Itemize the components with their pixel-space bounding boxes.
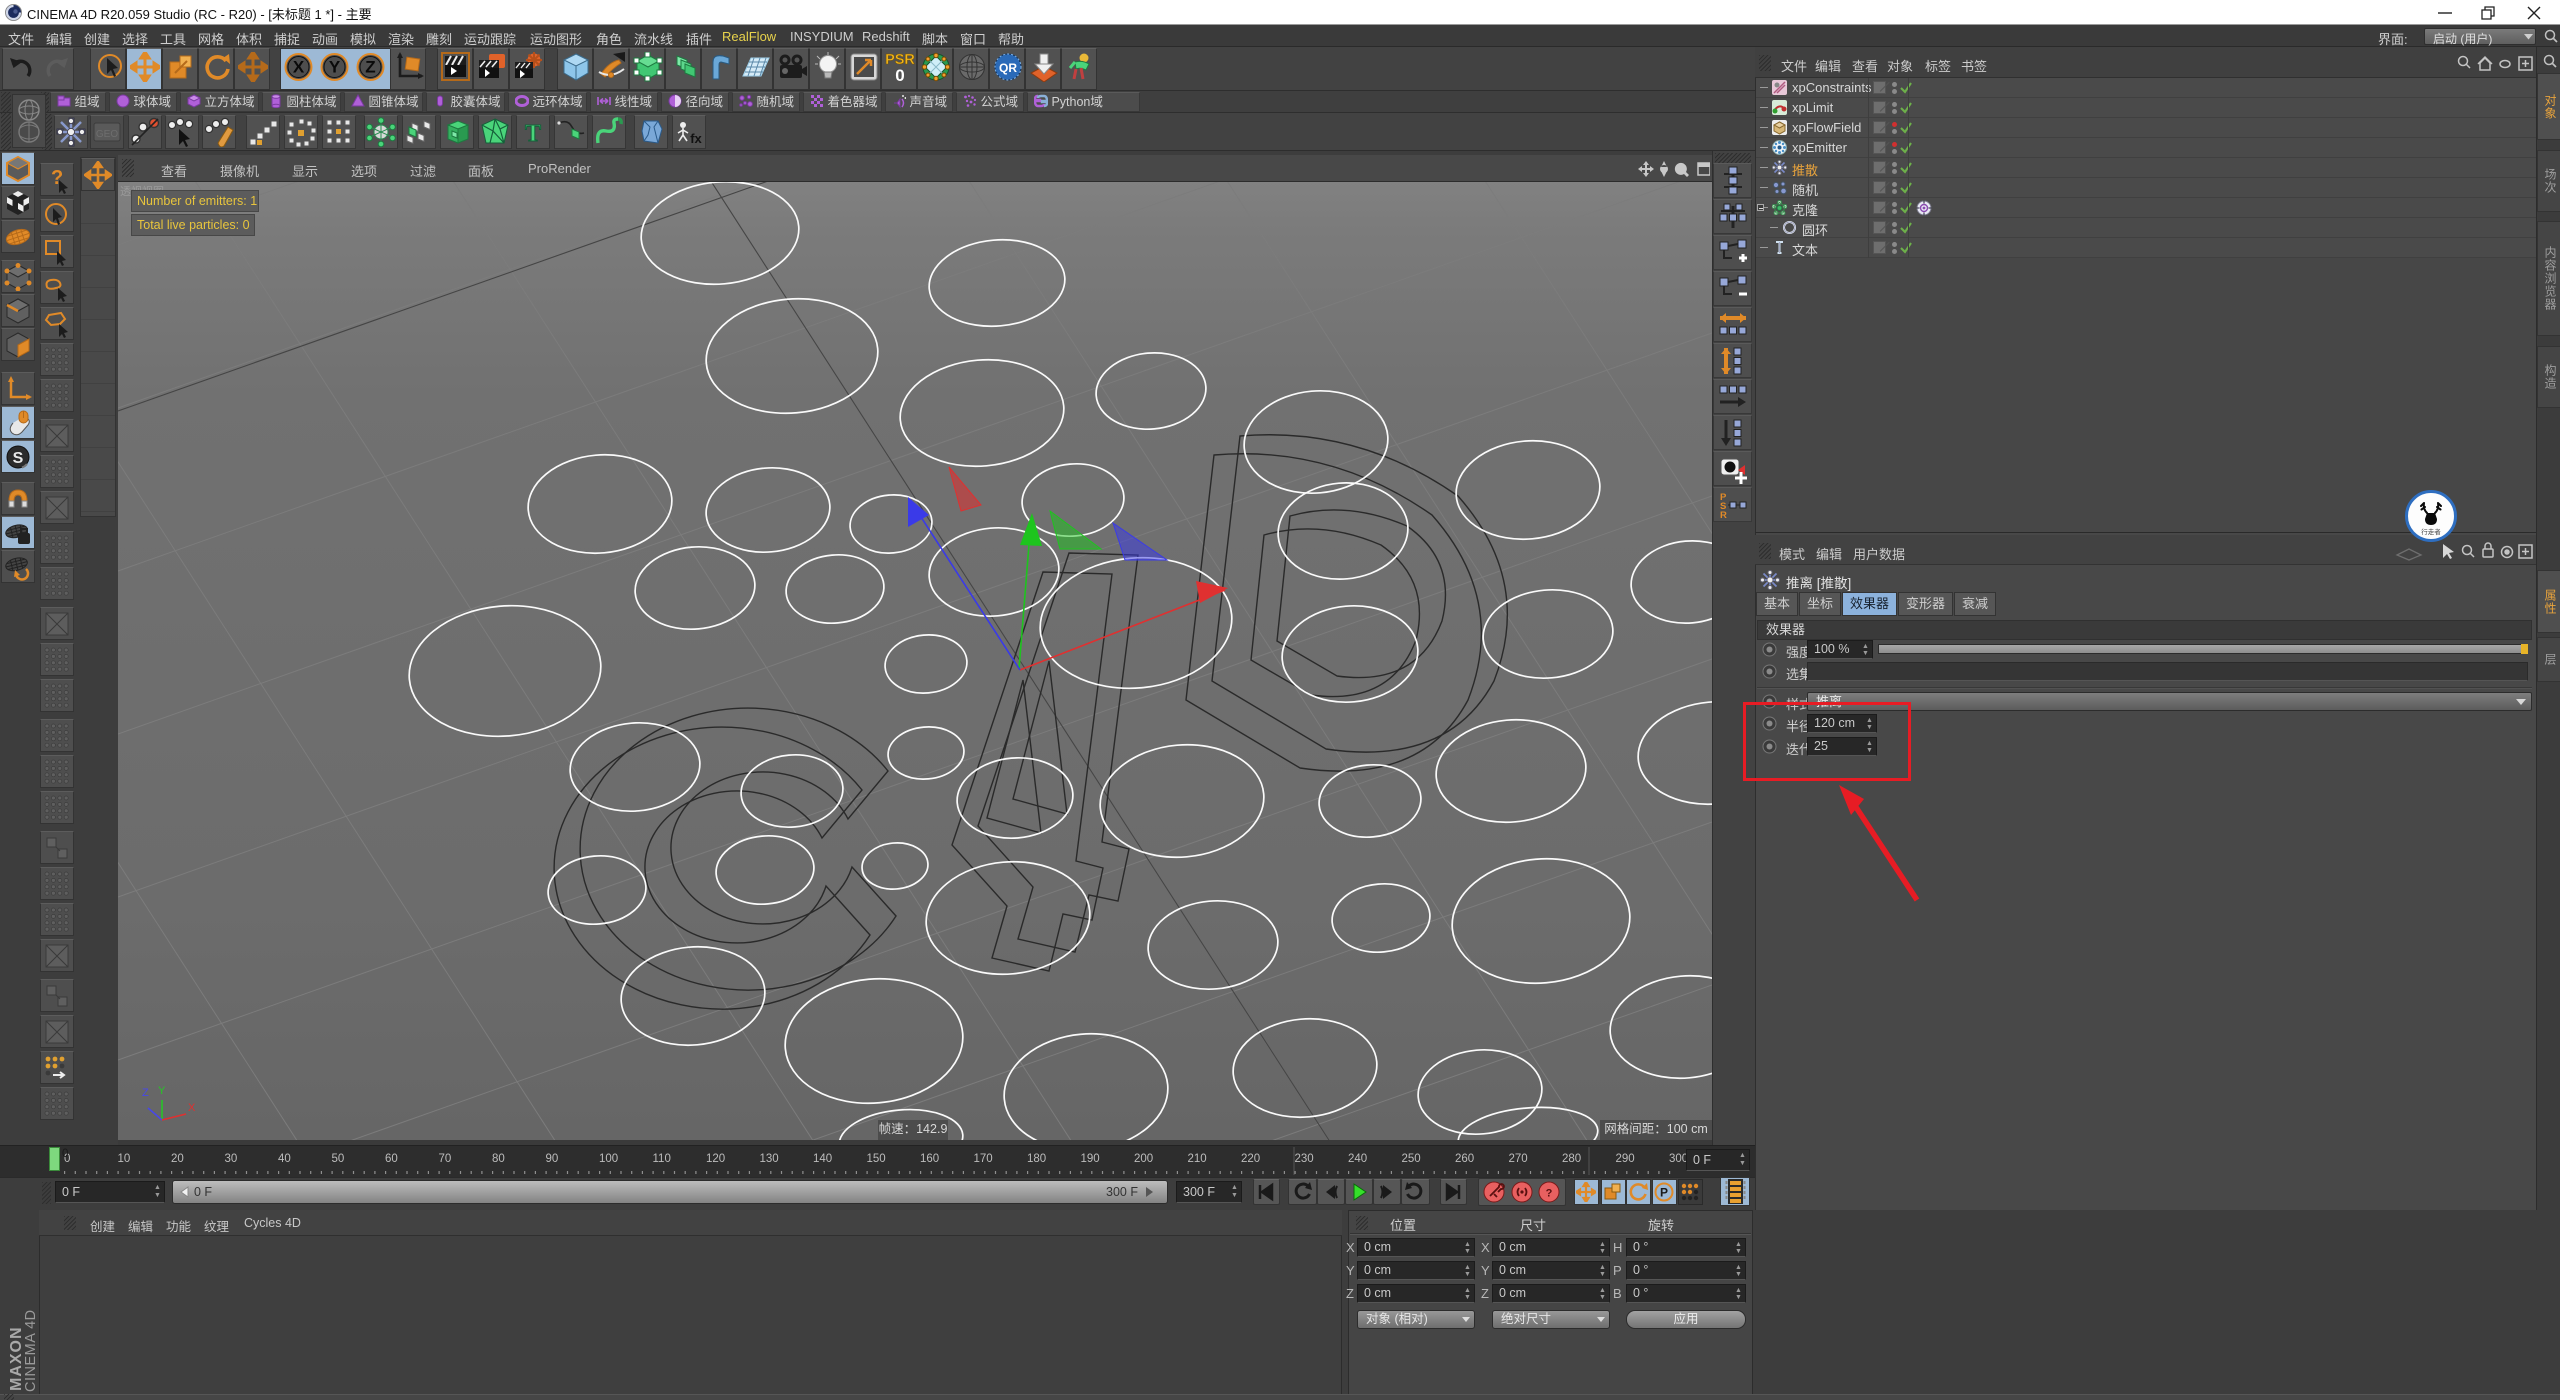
svg-text:170: 170	[974, 1153, 993, 1165]
svg-text:200: 200	[1134, 1153, 1153, 1165]
svg-text:T: T	[525, 121, 541, 147]
svg-text:10: 10	[118, 1153, 131, 1165]
svg-text:X: X	[293, 58, 305, 77]
svg-text:20: 20	[171, 1153, 184, 1165]
svg-text:60: 60	[385, 1153, 398, 1165]
svg-text:160: 160	[920, 1153, 939, 1165]
svg-text:Z: Z	[365, 58, 375, 77]
svg-text:270: 270	[1509, 1153, 1528, 1165]
svg-text:X: X	[188, 1102, 196, 1114]
svg-text:Y: Y	[329, 58, 341, 77]
svg-text:GEO: GEO	[96, 129, 118, 140]
svg-text:40: 40	[278, 1153, 291, 1165]
svg-text:Y: Y	[158, 1085, 166, 1097]
svg-text:S: S	[13, 450, 24, 467]
svg-text:110: 110	[653, 1153, 671, 1165]
svg-text:260: 260	[1455, 1153, 1474, 1165]
svg-text:?: ?	[1546, 1188, 1553, 1200]
svg-text:fx: fx	[690, 131, 702, 146]
svg-text:150: 150	[867, 1153, 886, 1165]
svg-text:QR: QR	[999, 61, 1017, 75]
svg-text:90: 90	[546, 1153, 559, 1165]
svg-text:190: 190	[1081, 1153, 1100, 1165]
svg-text:R: R	[1720, 510, 1727, 520]
svg-text:120: 120	[706, 1153, 725, 1165]
svg-text:140: 140	[813, 1153, 832, 1165]
svg-text:Z: Z	[142, 1087, 149, 1099]
svg-text:70: 70	[439, 1153, 452, 1165]
svg-text:100: 100	[599, 1153, 618, 1165]
svg-text:P: P	[1660, 1186, 1668, 1200]
svg-text:220: 220	[1241, 1153, 1260, 1165]
svg-text:50: 50	[332, 1153, 345, 1165]
svg-text:30: 30	[225, 1153, 238, 1165]
svg-text:行走者: 行走者	[2421, 527, 2441, 536]
svg-text:240: 240	[1348, 1153, 1367, 1165]
svg-text:280: 280	[1562, 1153, 1581, 1165]
svg-text:210: 210	[1188, 1153, 1207, 1165]
svg-text:130: 130	[760, 1153, 779, 1165]
svg-text:230: 230	[1295, 1153, 1314, 1165]
svg-text:180: 180	[1027, 1153, 1046, 1165]
svg-text:250: 250	[1402, 1153, 1421, 1165]
svg-text:80: 80	[492, 1153, 505, 1165]
svg-text:0: 0	[895, 66, 904, 84]
svg-text:290: 290	[1616, 1153, 1635, 1165]
